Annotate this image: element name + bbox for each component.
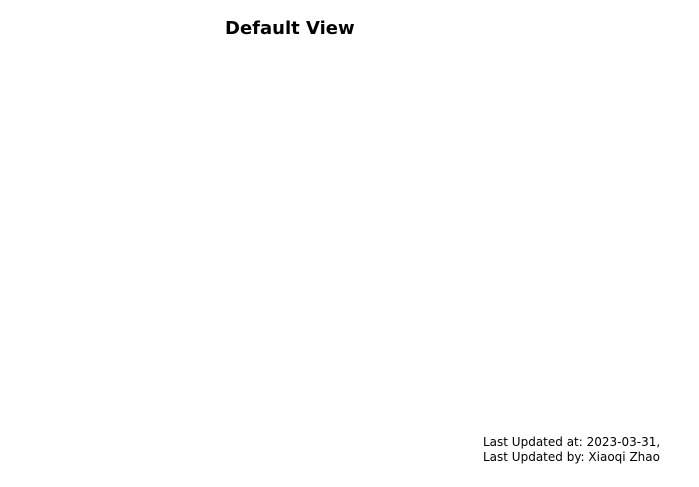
view-content-area — [0, 50, 699, 420]
last-updated-info: Last Updated at: 2023-03-31, Last Update… — [483, 435, 660, 465]
page-title: Default View — [225, 18, 355, 39]
last-updated-at-label: Last Updated at: — [483, 435, 583, 449]
last-updated-by-label: Last Updated by: — [483, 450, 585, 464]
last-updated-at-value: 2023-03-31, — [586, 435, 661, 449]
last-updated-by-value: Xiaoqi Zhao — [588, 450, 660, 464]
last-updated-by-line: Last Updated by: Xiaoqi Zhao — [483, 450, 660, 465]
last-updated-at-line: Last Updated at: 2023-03-31, — [483, 435, 660, 450]
